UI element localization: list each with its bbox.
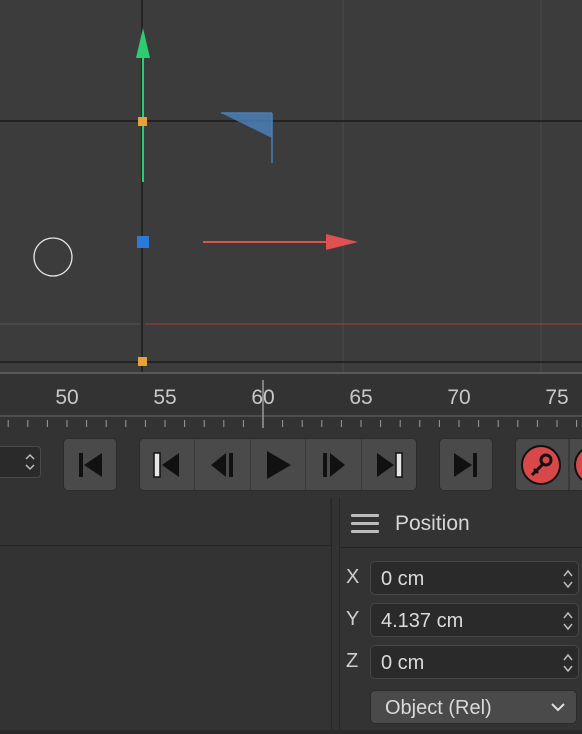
record-key-icon[interactable] xyxy=(516,439,582,491)
transport-bar xyxy=(0,428,582,498)
prev-key-icon xyxy=(153,451,180,478)
play-button[interactable] xyxy=(251,439,307,490)
3d-viewport[interactable] xyxy=(0,0,582,372)
y-axis-arrow-icon[interactable] xyxy=(136,28,150,182)
z-label: Z xyxy=(346,650,359,672)
pivot-handle[interactable] xyxy=(137,236,149,248)
play-icon xyxy=(267,450,292,479)
y-label: Y xyxy=(346,608,360,630)
skip-end-icon xyxy=(454,452,477,477)
coordinates-panel-header: Position xyxy=(340,498,582,548)
next-key-button[interactable] xyxy=(362,439,416,490)
hamburger-menu-icon[interactable] xyxy=(351,514,379,534)
position-title: Position xyxy=(395,512,470,535)
coordinate-mode-value: Object (Rel) xyxy=(385,697,492,719)
chevron-down-icon xyxy=(551,703,565,712)
timeline-ruler[interactable]: 50 55 60 65 70 75 xyxy=(0,372,582,430)
prev-frame-icon xyxy=(210,452,233,477)
playback-controls xyxy=(139,438,417,491)
z-position-field[interactable]: 0 cm xyxy=(370,645,579,679)
ruler-label: 50 xyxy=(55,386,78,409)
attributes-panel xyxy=(0,498,332,734)
go-to-start-button[interactable] xyxy=(63,438,117,491)
x-value: 0 cm xyxy=(381,568,425,590)
x-axis-arrow-icon[interactable] xyxy=(203,234,358,250)
z-value: 0 cm xyxy=(381,652,425,674)
next-frame-button[interactable] xyxy=(306,439,362,490)
next-key-icon xyxy=(376,451,403,478)
rotation-circle-icon[interactable] xyxy=(33,237,73,277)
viewport-canvas[interactable] xyxy=(0,0,582,372)
previous-key-button[interactable] xyxy=(140,439,196,490)
skip-start-icon xyxy=(79,452,102,477)
bottom-handle[interactable] xyxy=(138,357,147,366)
y-value: 4.137 cm xyxy=(381,610,464,632)
record-controls xyxy=(515,438,582,491)
coordinates-panel: Position X 0 cm Y 4.137 cm Z 0 cm Object… xyxy=(339,498,582,734)
ruler-label: 75 xyxy=(545,386,568,409)
x-spinner-icon[interactable] xyxy=(562,566,574,592)
coordinate-mode-dropdown[interactable]: Object (Rel) xyxy=(370,690,577,724)
ruler-canvas[interactable]: 50 55 60 65 70 75 xyxy=(0,374,582,430)
ruler-label: 55 xyxy=(153,386,176,409)
spinner-arrows-icon[interactable] xyxy=(24,450,36,474)
y-spinner-icon[interactable] xyxy=(562,608,574,634)
ruler-label: 70 xyxy=(447,386,470,409)
previous-frame-button[interactable] xyxy=(195,439,251,490)
top-handle[interactable] xyxy=(138,117,147,126)
z-spinner-icon[interactable] xyxy=(562,650,574,676)
next-frame-icon xyxy=(323,452,346,477)
x-position-field[interactable]: 0 cm xyxy=(370,561,579,595)
attributes-panel-header xyxy=(0,498,331,546)
ruler-label: 65 xyxy=(349,386,372,409)
frame-spinner[interactable] xyxy=(0,446,41,478)
go-to-end-button[interactable] xyxy=(439,438,493,491)
y-position-field[interactable]: 4.137 cm xyxy=(370,603,579,637)
bottom-border xyxy=(0,730,582,734)
x-label: X xyxy=(346,566,360,588)
